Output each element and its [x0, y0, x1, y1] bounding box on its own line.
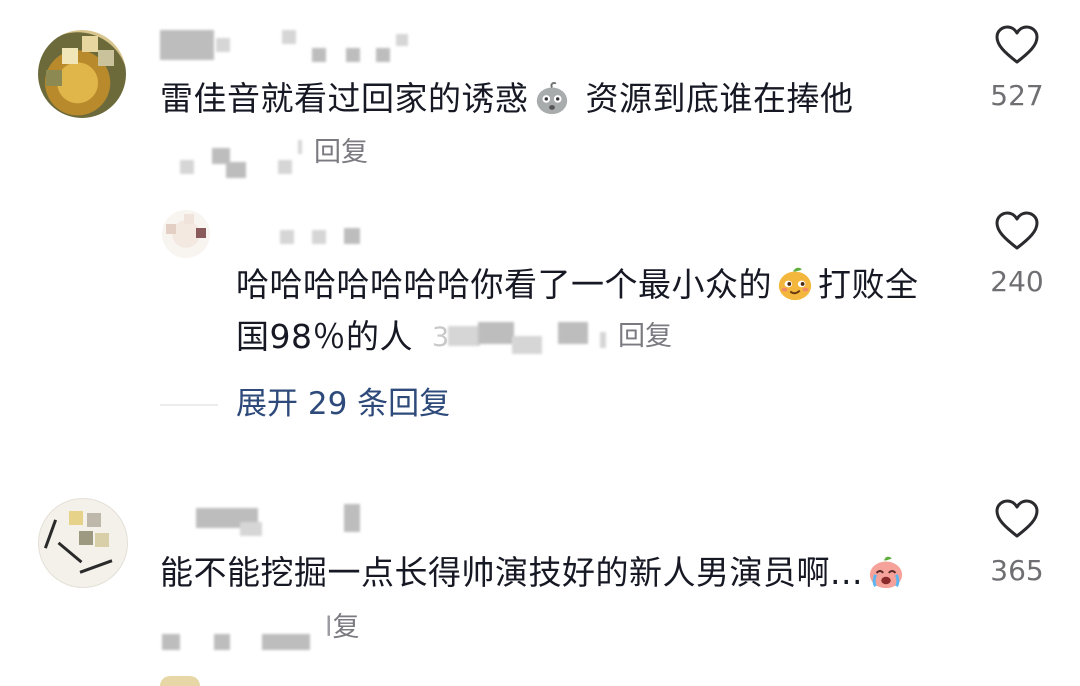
time-redacted [512, 336, 542, 354]
avatar[interactable] [160, 676, 200, 686]
reply-button[interactable]: l复 [325, 614, 360, 641]
smirking-mango-emoji [778, 267, 812, 301]
time-redacted [278, 160, 292, 174]
comment-text: 能不能挖掘一点长得帅演技好的新人男演员啊... [160, 552, 909, 590]
crying-peach-emoji [869, 556, 903, 589]
username-redacted [240, 522, 262, 536]
meta-redacted [282, 30, 296, 44]
meta-redacted [376, 48, 390, 62]
time-redacted [226, 162, 246, 178]
avatar[interactable] [38, 30, 126, 118]
time-redacted [558, 322, 588, 344]
frightened-face-emoji [536, 82, 567, 115]
meta-redacted [344, 504, 360, 532]
heart-outline-icon[interactable] [994, 498, 1040, 540]
username-redacted [312, 230, 326, 244]
meta-redacted [346, 48, 360, 62]
time-redacted [478, 322, 514, 344]
time-redacted [262, 634, 310, 650]
comment-text: 哈哈哈哈哈哈哈你看了一个最小众的 打败全 [236, 265, 919, 304]
expand-divider [160, 404, 218, 406]
time-redacted [162, 634, 180, 650]
username-redacted[interactable] [160, 30, 214, 60]
username-redacted [216, 38, 230, 52]
heart-outline-icon[interactable] [994, 210, 1040, 252]
meta-prefix: 3 [432, 322, 450, 353]
comment-text: 雷佳音就看过回家的诱惑 资源到底谁在捧他 [160, 79, 854, 118]
meta-redacted [396, 34, 408, 46]
time-redacted [180, 160, 194, 174]
meta-redacted [312, 48, 326, 62]
time-redacted [600, 332, 606, 348]
username-redacted [344, 228, 360, 244]
heart-outline-icon[interactable] [994, 24, 1040, 66]
time-redacted [214, 634, 230, 650]
time-redacted [298, 140, 302, 154]
like-count: 527 [990, 79, 1044, 112]
avatar[interactable] [162, 210, 210, 258]
reply-button[interactable]: 回复 [314, 139, 368, 166]
expand-replies-button[interactable]: 展开 29 条回复 [236, 389, 450, 420]
avatar[interactable] [38, 498, 128, 588]
username-redacted[interactable] [280, 230, 294, 244]
comment-text-line2: 国98％的人 [236, 317, 413, 356]
like-count: 365 [990, 554, 1044, 587]
like-count: 240 [990, 265, 1044, 298]
reply-button[interactable]: 回复 [618, 323, 672, 350]
time-redacted [448, 326, 480, 346]
